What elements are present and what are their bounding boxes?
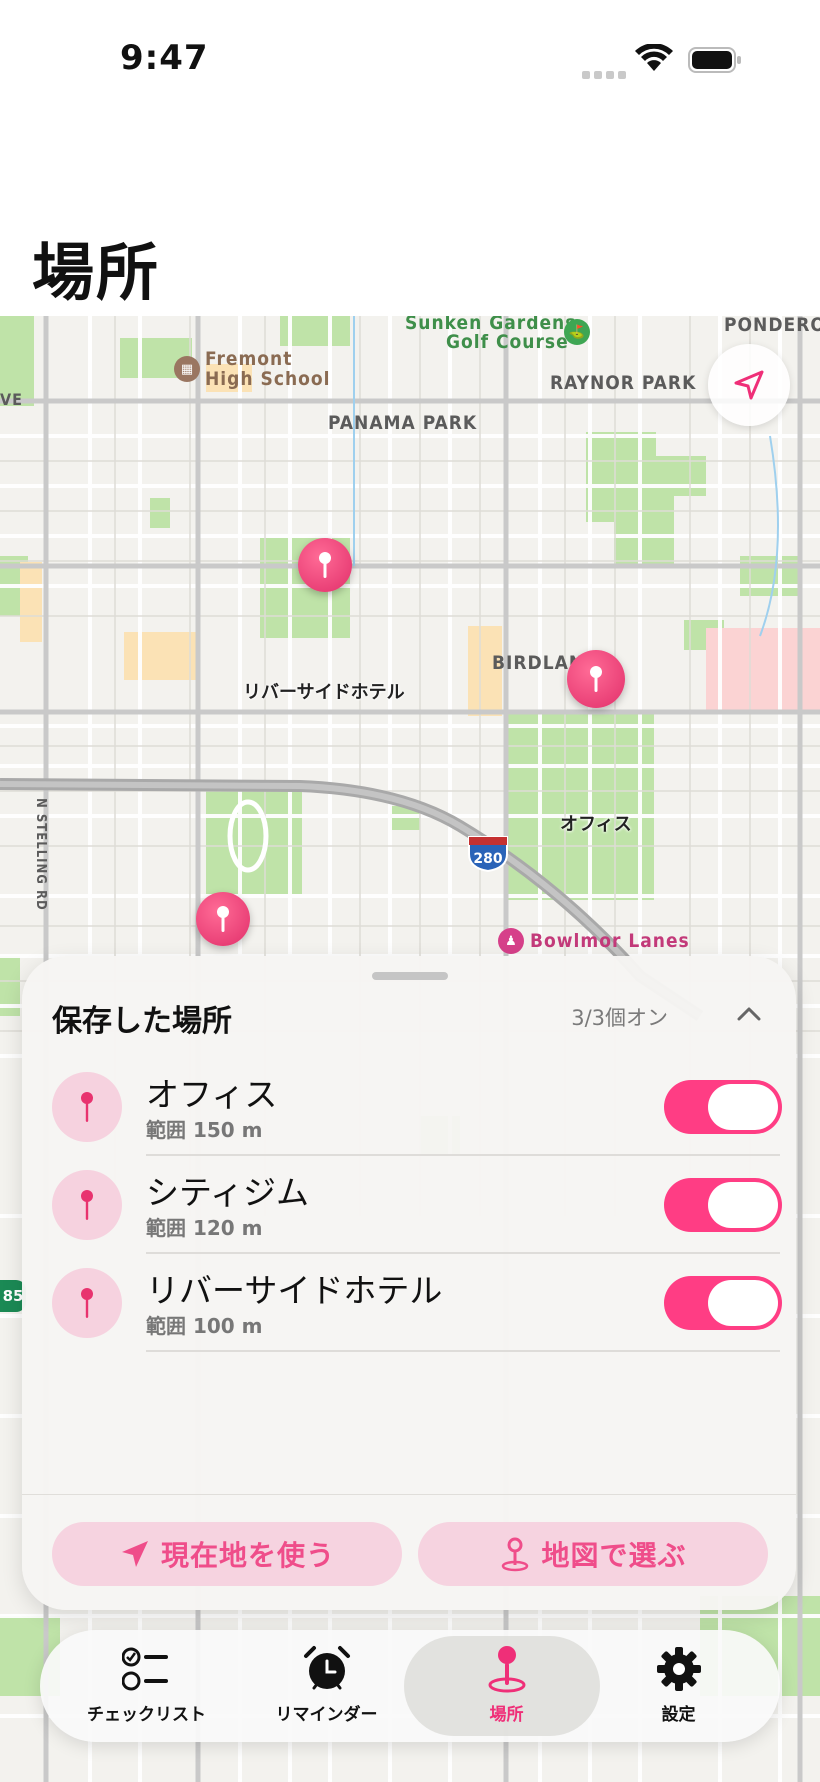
- location-row[interactable]: オフィス 範囲 150 m: [52, 1058, 782, 1156]
- location-arrow-icon: [734, 370, 764, 400]
- choose-on-map-label: 地図で選ぶ: [541, 1539, 687, 1572]
- status-bar: 9:47: [0, 0, 820, 120]
- location-range: 範囲 100 m: [146, 1314, 263, 1338]
- alarm-clock-icon: [303, 1646, 350, 1690]
- location-toggle[interactable]: [664, 1178, 782, 1232]
- gear-icon: [656, 1647, 701, 1691]
- school-icon: ▦: [174, 356, 200, 382]
- pin-icon: [217, 906, 229, 932]
- map-pin-label: リバーサイドホテル: [243, 682, 405, 703]
- location-range: 範囲 120 m: [146, 1216, 263, 1240]
- interstate-shield-icon: 280: [468, 836, 508, 872]
- map-label: High School: [205, 368, 331, 390]
- tab-label: 設定: [661, 1705, 696, 1725]
- saved-places-sheet: 保存した場所 3/3個オン オフィス 範囲 150 m シティジム 範囲 120…: [22, 956, 796, 1610]
- location-row[interactable]: リバーサイドホテル 範囲 100 m: [52, 1254, 782, 1352]
- svg-text:280: 280: [473, 851, 502, 867]
- golf-icon: ⛳: [564, 319, 590, 345]
- use-current-location-button[interactable]: 現在地を使う: [52, 1522, 402, 1586]
- tab-bar: チェックリスト リマインダー 場所 設定: [40, 1630, 780, 1742]
- battery-icon: [688, 47, 741, 73]
- location-pin-icon: [488, 1646, 525, 1693]
- map-label: RAYNOR PARK: [550, 372, 697, 394]
- status-time: 9:47: [120, 38, 209, 78]
- chevron-up-icon: [737, 1007, 761, 1021]
- pin-icon: [52, 1268, 122, 1338]
- sheet-title: 保存した場所: [52, 1004, 232, 1039]
- location-arrow-icon: [121, 1541, 148, 1567]
- map-pin[interactable]: [567, 650, 625, 708]
- map-label: VE: [0, 390, 23, 409]
- map-label: Golf Course: [446, 331, 569, 353]
- checklist-icon: [121, 1647, 168, 1691]
- map-label: PONDEROS: [724, 316, 820, 336]
- sheet-grabber[interactable]: [372, 972, 448, 980]
- tab-reminders[interactable]: リマインダー: [234, 1630, 419, 1742]
- map-pin-label: オフィス: [560, 814, 632, 835]
- location-name: オフィス: [146, 1075, 278, 1114]
- divider: [146, 1350, 780, 1352]
- collapse-button[interactable]: [724, 994, 774, 1034]
- cellular-signal-icon: [582, 64, 630, 83]
- location-toggle[interactable]: [664, 1080, 782, 1134]
- location-name: シティジム: [146, 1173, 310, 1212]
- divider: [22, 1494, 796, 1495]
- pin-icon: [52, 1072, 122, 1142]
- enabled-count: 3/3個オン: [571, 1006, 668, 1030]
- page-title: 場所: [32, 236, 161, 309]
- location-range: 範囲 150 m: [146, 1118, 263, 1142]
- map-label: Fremont: [205, 348, 293, 370]
- map-pin-icon: [502, 1537, 529, 1572]
- pin-icon: [52, 1170, 122, 1240]
- tab-label: 場所: [489, 1705, 524, 1725]
- pin-icon: [319, 552, 331, 578]
- location-row[interactable]: シティジム 範囲 120 m: [52, 1156, 782, 1254]
- location-name: リバーサイドホテル: [146, 1271, 443, 1310]
- tab-settings[interactable]: 設定: [586, 1630, 771, 1742]
- map-label: N STELLING RD: [33, 798, 48, 911]
- pin-icon: [590, 666, 602, 692]
- bowling-icon: ♟: [498, 928, 524, 954]
- tab-label: チェックリスト: [87, 1705, 206, 1725]
- map-pin[interactable]: [196, 892, 250, 946]
- wifi-icon: [635, 44, 673, 71]
- map-label: PANAMA PARK: [328, 412, 478, 434]
- tab-checklist[interactable]: チェックリスト: [54, 1630, 239, 1742]
- tab-label: リマインダー: [275, 1705, 378, 1725]
- map-pin[interactable]: [298, 538, 352, 592]
- tab-places[interactable]: 場所: [404, 1630, 600, 1742]
- location-toggle[interactable]: [664, 1276, 782, 1330]
- locate-me-button[interactable]: [708, 344, 790, 426]
- use-current-location-label: 現在地を使う: [160, 1539, 335, 1572]
- map-label: Bowlmor Lanes: [530, 930, 690, 952]
- choose-on-map-button[interactable]: 地図で選ぶ: [418, 1522, 768, 1586]
